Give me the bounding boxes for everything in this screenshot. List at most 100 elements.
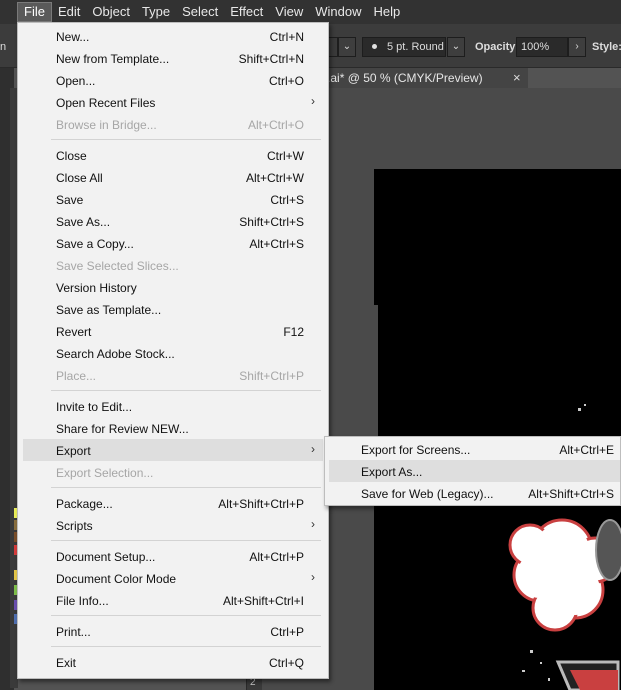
- menu-bar: File Edit Object Type Select Effect View…: [0, 0, 621, 24]
- chevron-right-icon: ›: [311, 442, 315, 456]
- menu-item-label: Open Recent Files: [56, 96, 156, 110]
- submenu-item-export-for-screens[interactable]: Export for Screens... Alt+Ctrl+E: [329, 438, 620, 460]
- menu-edit[interactable]: Edit: [52, 1, 86, 23]
- menu-item-label: Document Color Mode: [56, 572, 177, 586]
- menu-help[interactable]: Help: [367, 1, 406, 23]
- brush-definition-value: 5 pt. Round: [387, 41, 444, 53]
- menu-file[interactable]: File: [17, 2, 52, 22]
- menu-effect[interactable]: Effect: [224, 1, 269, 23]
- menu-item-version-history[interactable]: Version History: [23, 276, 323, 298]
- menu-separator: [51, 139, 321, 140]
- menu-item-browse-in-bridge: Browse in Bridge... Alt+Ctrl+O: [23, 113, 323, 135]
- menu-item-label: Revert: [56, 325, 92, 339]
- menu-item-shortcut: Ctrl+Q: [268, 656, 304, 670]
- chevron-right-icon: ›: [311, 517, 315, 531]
- submenu-item-label: Save for Web (Legacy)...: [361, 487, 494, 501]
- menu-item-export[interactable]: Export ›: [23, 439, 323, 461]
- menu-item-revert[interactable]: Revert F12: [23, 320, 323, 342]
- menu-select[interactable]: Select: [176, 1, 224, 23]
- chevron-right-icon: ›: [311, 94, 315, 108]
- menu-item-shortcut: Shift+Ctrl+S: [239, 215, 304, 229]
- menu-item-shortcut: Alt+Ctrl+S: [249, 237, 304, 251]
- menu-item-label: Exit: [56, 656, 77, 670]
- menu-item-save[interactable]: Save Ctrl+S: [23, 188, 323, 210]
- menu-item-search-adobe-stock[interactable]: Search Adobe Stock...: [23, 342, 323, 364]
- menu-item-shortcut: Alt+Ctrl+W: [245, 171, 304, 185]
- opacity-input[interactable]: 100%: [516, 37, 568, 57]
- opacity-value: 100%: [521, 41, 550, 53]
- menu-item-document-color-mode[interactable]: Document Color Mode ›: [23, 567, 323, 589]
- submenu-item-label: Export As...: [361, 465, 423, 479]
- menu-item-place: Place... Shift+Ctrl+P: [23, 364, 323, 386]
- menu-item-new[interactable]: New... Ctrl+N: [23, 25, 323, 47]
- menu-item-label: Save: [56, 193, 84, 207]
- menu-item-print[interactable]: Print... Ctrl+P: [23, 620, 323, 642]
- menu-item-label: Close All: [56, 171, 103, 185]
- menu-separator: [51, 487, 321, 488]
- menu-item-save-as[interactable]: Save As... Shift+Ctrl+S: [23, 210, 323, 232]
- menu-separator: [51, 646, 321, 647]
- chevron-down-icon: ⌄: [342, 41, 352, 52]
- menu-item-label: Save as Template...: [56, 303, 162, 317]
- menu-item-invite-to-edit[interactable]: Invite to Edit...: [23, 395, 323, 417]
- menu-item-shortcut: Ctrl+P: [270, 625, 304, 639]
- brush-dot-icon: [372, 44, 377, 49]
- menu-item-share-for-review[interactable]: Share for Review NEW...: [23, 417, 323, 439]
- menu-item-save-a-copy[interactable]: Save a Copy... Alt+Ctrl+S: [23, 232, 323, 254]
- menu-item-package[interactable]: Package... Alt+Shift+Ctrl+P: [23, 492, 323, 514]
- menu-view[interactable]: View: [269, 1, 309, 23]
- menu-item-new-from-template[interactable]: New from Template... Shift+Ctrl+N: [23, 47, 323, 69]
- menu-item-exit[interactable]: Exit Ctrl+Q: [23, 651, 323, 673]
- menu-item-shortcut: Ctrl+N: [269, 30, 304, 44]
- menu-item-label: Export Selection...: [56, 466, 154, 480]
- menu-object[interactable]: Object: [86, 1, 136, 23]
- document-tab[interactable]: ing.ai* @ 50 % (CMYK/Preview) ×: [305, 68, 528, 88]
- menu-item-shortcut: F12: [283, 325, 304, 339]
- menu-window[interactable]: Window: [309, 1, 367, 23]
- chevron-right-icon: ›: [575, 41, 579, 52]
- menu-item-document-setup[interactable]: Document Setup... Alt+Ctrl+P: [23, 545, 323, 567]
- menu-item-label: New...: [56, 30, 90, 44]
- submenu-item-shortcut: Alt+Shift+Ctrl+S: [528, 487, 614, 501]
- close-icon[interactable]: ×: [513, 70, 521, 85]
- menu-item-export-selection: Export Selection...: [23, 461, 323, 483]
- menu-item-scripts[interactable]: Scripts ›: [23, 514, 323, 536]
- menu-item-label: Close: [56, 149, 87, 163]
- menu-item-shortcut: Shift+Ctrl+P: [239, 369, 304, 383]
- opacity-dropdown[interactable]: ›: [568, 37, 586, 57]
- menu-item-label: Place...: [56, 369, 97, 383]
- menu-item-save-selected-slices: Save Selected Slices...: [23, 254, 323, 276]
- menu-item-label: Search Adobe Stock...: [56, 347, 175, 361]
- menu-item-label: Version History: [56, 281, 137, 295]
- menu-separator: [51, 615, 321, 616]
- menu-item-shortcut: Alt+Ctrl+O: [247, 118, 304, 132]
- menu-item-file-info[interactable]: File Info... Alt+Shift+Ctrl+I: [23, 589, 323, 611]
- file-menu: New... Ctrl+N New from Template... Shift+C…: [17, 22, 329, 679]
- menu-item-label: Browse in Bridge...: [56, 118, 157, 132]
- brush-definition-dropdown[interactable]: ⌄: [447, 37, 465, 57]
- menu-item-close[interactable]: Close Ctrl+W: [23, 144, 323, 166]
- menu-item-label: Save Selected Slices...: [56, 259, 179, 273]
- opacity-label: Opacity:: [475, 41, 520, 53]
- menu-item-shortcut: Ctrl+W: [267, 149, 304, 163]
- menu-item-save-as-template[interactable]: Save as Template...: [23, 298, 323, 320]
- menu-item-open[interactable]: Open... Ctrl+O: [23, 69, 323, 91]
- menu-item-close-all[interactable]: Close All Alt+Ctrl+W: [23, 166, 323, 188]
- submenu-item-export-as[interactable]: Export As...: [329, 460, 620, 482]
- brush-definition-field[interactable]: 5 pt. Round: [362, 37, 446, 57]
- menu-type[interactable]: Type: [136, 1, 176, 23]
- menu-item-label: File Info...: [56, 594, 109, 608]
- menu-item-shortcut: Ctrl+S: [270, 193, 304, 207]
- menu-item-shortcut: Alt+Shift+Ctrl+P: [218, 497, 304, 511]
- menu-item-label: Print...: [56, 625, 91, 639]
- stroke-weight-dropdown[interactable]: ⌄: [338, 37, 356, 57]
- menu-item-label: Export: [56, 444, 91, 458]
- menu-item-label: Save As...: [56, 215, 111, 229]
- submenu-item-shortcut: Alt+Ctrl+E: [559, 443, 614, 457]
- submenu-item-save-for-web[interactable]: Save for Web (Legacy)... Alt+Shift+Ctrl+S: [329, 482, 620, 504]
- menu-item-open-recent-files[interactable]: Open Recent Files ›: [23, 91, 323, 113]
- menu-item-label: Document Setup...: [56, 550, 156, 564]
- menu-item-label: Invite to Edit...: [56, 400, 133, 414]
- menu-item-label: Share for Review NEW...: [56, 422, 189, 436]
- submenu-item-label: Export for Screens...: [361, 443, 471, 457]
